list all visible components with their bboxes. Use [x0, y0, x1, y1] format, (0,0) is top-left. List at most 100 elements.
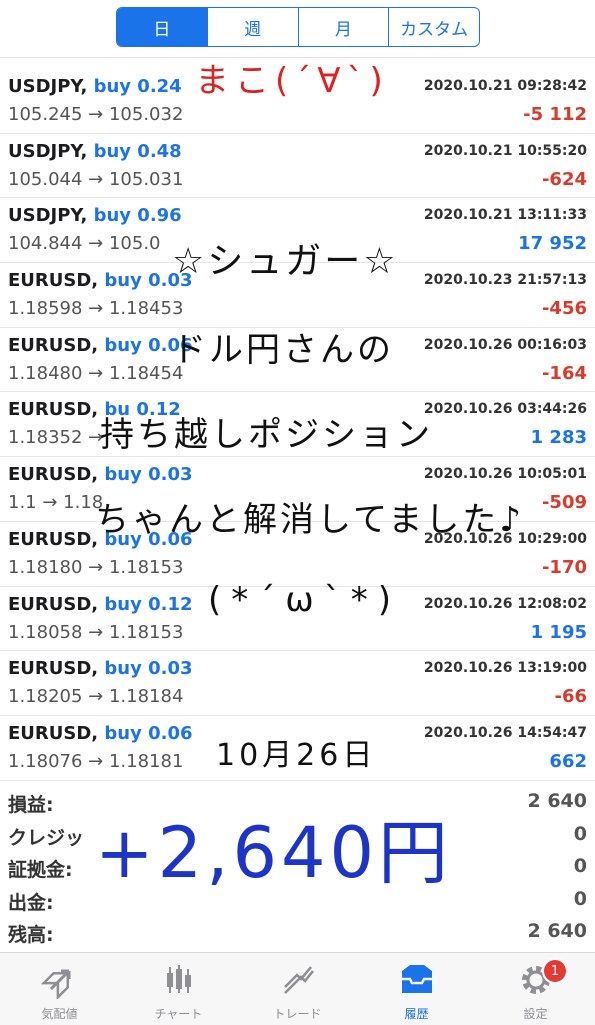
- trade-price: 104.844 → 105.0: [8, 233, 161, 255]
- tab-quotes[interactable]: 気配値: [0, 953, 119, 1025]
- summary-label: 損益:: [8, 794, 54, 816]
- bottom-tab-bar: 気配値 チャート トレード 履歴 1 設定: [0, 952, 595, 1025]
- trade-time: 2020.10.21 09:28:42: [423, 78, 587, 94]
- trade-side: buy 0.03: [104, 464, 193, 486]
- trade-price: 1.1 → 1.18: [8, 492, 104, 514]
- notification-badge: 1: [542, 958, 568, 984]
- period-segmented-control: 日 週 月 カスタム: [116, 7, 480, 47]
- trade-symbol: EURUSD, buy 0.03: [8, 270, 193, 291]
- chart-icon: [166, 965, 191, 993]
- summary-label: 残高:: [8, 924, 54, 946]
- trade-price: 1.18352 →: [8, 427, 104, 449]
- symbol-text: EURUSD,: [8, 722, 99, 744]
- history-icon: [401, 965, 432, 993]
- period-bar: 日 週 月 カスタム: [0, 0, 595, 58]
- summary-label: 証拠金:: [8, 859, 73, 881]
- trade-profit: -170: [541, 556, 587, 578]
- trade-side: buy 0.24: [93, 76, 182, 97]
- handwritten-line-2: ドル円さんの: [172, 330, 394, 370]
- trade-symbol: EURUSD, buy 0.03: [8, 464, 193, 485]
- handwritten-line-5: (*´ω`*): [208, 580, 402, 620]
- trade-profit: -509: [541, 492, 587, 514]
- tab-label-history: 履歴: [404, 1007, 429, 1021]
- trade-symbol: EURUSD, buy 0.12: [8, 594, 193, 615]
- summary-label: 出金:: [8, 891, 54, 914]
- trade-time: 2020.10.26 13:19:00: [423, 660, 587, 677]
- trade-price: 105.245 → 105.032: [8, 104, 184, 125]
- trade-symbol: EURUSD, buy 0.03: [8, 658, 193, 679]
- trade-time: 2020.10.21 10:55:20: [423, 142, 587, 159]
- trade-time: 2020.10.26 10:05:01: [423, 466, 587, 483]
- trade-price: 1.18076 → 1.18181: [8, 750, 184, 772]
- trade-time: 2020.10.26 00:16:03: [423, 336, 587, 353]
- trade-symbol: EURUSD, buy 0.06: [8, 335, 193, 356]
- trade-time: 2020.10.26 03:44:26: [423, 401, 587, 418]
- trade-profit: 1 195: [530, 621, 587, 643]
- summary-value: 0: [573, 822, 587, 845]
- symbol-text: USDJPY,: [8, 140, 88, 162]
- trade-profit: -456: [541, 298, 587, 320]
- trade-symbol: USDJPY, buy 0.48: [8, 141, 182, 162]
- handwritten-line-4: ちゃんと解消してました♪: [95, 500, 524, 540]
- trade-row[interactable]: USDJPY, buy 0.48 105.044 → 105.031 2020.10…: [0, 134, 595, 199]
- tab-settings[interactable]: 1 設定: [476, 953, 595, 1025]
- trade-price: 1.18480 → 1.18454: [8, 362, 184, 384]
- trade-row[interactable]: EURUSD, buy 0.03 1.18205 → 1.18184 2020.10…: [0, 651, 595, 716]
- quotes-icon: [40, 969, 70, 999]
- trade-price: 105.044 → 105.031: [8, 168, 184, 190]
- handwritten-total: +2,640円: [95, 812, 453, 894]
- tab-label-settings: 設定: [523, 1007, 548, 1021]
- tab-label-chart: チャート: [154, 1007, 203, 1021]
- trade-profit: -164: [541, 362, 587, 384]
- trade-price: 1.18058 → 1.18153: [8, 621, 184, 643]
- summary-value: 0: [573, 887, 587, 910]
- trade-time: 2020.10.23 21:57:13: [423, 272, 587, 289]
- trade-side: buy 0.96: [93, 205, 182, 227]
- trade-profit: 662: [549, 750, 587, 772]
- trade-profit: 17 952: [518, 233, 587, 255]
- tab-history[interactable]: 履歴: [357, 953, 476, 1025]
- tab-chart[interactable]: チャート: [119, 953, 238, 1025]
- trade-profit: -624: [541, 168, 587, 190]
- trade-side: buy 0.48: [93, 140, 182, 162]
- trade-side: buy 0.12: [104, 593, 193, 615]
- symbol-text: USDJPY,: [8, 205, 88, 227]
- trade-price: 1.18598 → 1.18453: [8, 298, 184, 320]
- tab-day[interactable]: 日: [117, 8, 207, 46]
- symbol-text: EURUSD,: [8, 334, 99, 356]
- symbol-text: EURUSD,: [8, 464, 99, 486]
- tab-week[interactable]: 週: [206, 8, 298, 46]
- trade-price: 1.18205 → 1.18184: [8, 686, 184, 708]
- trade-side: buy 0.03: [104, 658, 193, 680]
- summary-label: クレジッ: [8, 826, 85, 849]
- trade-time: 2020.10.26 12:08:02: [423, 595, 587, 612]
- summary-value: 2 640: [527, 790, 588, 812]
- trade-price: 1.18180 → 1.18153: [8, 556, 184, 578]
- trade-symbol: USDJPY, buy 0.96: [8, 205, 182, 226]
- trade-profit: -66: [554, 686, 587, 708]
- trade-side: buy 0.06: [104, 722, 193, 744]
- tab-trade[interactable]: トレード: [238, 953, 357, 1025]
- trade-time: 2020.10.26 14:54:47: [423, 724, 587, 741]
- trade-symbol: USDJPY, buy 0.24: [8, 76, 182, 97]
- tab-label-quotes: 気配値: [41, 1007, 78, 1021]
- handwritten-line-3: 持ち越しポジション: [100, 415, 433, 455]
- summary-value: 2 640: [527, 920, 588, 942]
- trade-symbol: EURUSD, buy 0.06: [8, 723, 193, 744]
- trade-profit: -5 112: [523, 104, 587, 125]
- handwritten-date: 10月26日: [216, 738, 377, 773]
- summary-value: 0: [573, 855, 587, 877]
- symbol-text: EURUSD,: [8, 528, 99, 550]
- summary-row: 残高: 2 640: [0, 916, 595, 949]
- symbol-text: EURUSD,: [8, 593, 99, 615]
- symbol-text: USDJPY,: [8, 76, 88, 97]
- trade-time: 2020.10.21 13:11:33: [423, 207, 587, 224]
- tab-custom[interactable]: カスタム: [388, 8, 479, 46]
- symbol-text: EURUSD,: [8, 658, 99, 680]
- trade-profit: 1 283: [530, 427, 587, 449]
- symbol-text: EURUSD,: [8, 399, 99, 421]
- tab-month[interactable]: 月: [297, 8, 389, 46]
- symbol-text: EURUSD,: [8, 270, 99, 292]
- tab-label-trade: トレード: [273, 1007, 322, 1021]
- trade-icon: [283, 966, 314, 994]
